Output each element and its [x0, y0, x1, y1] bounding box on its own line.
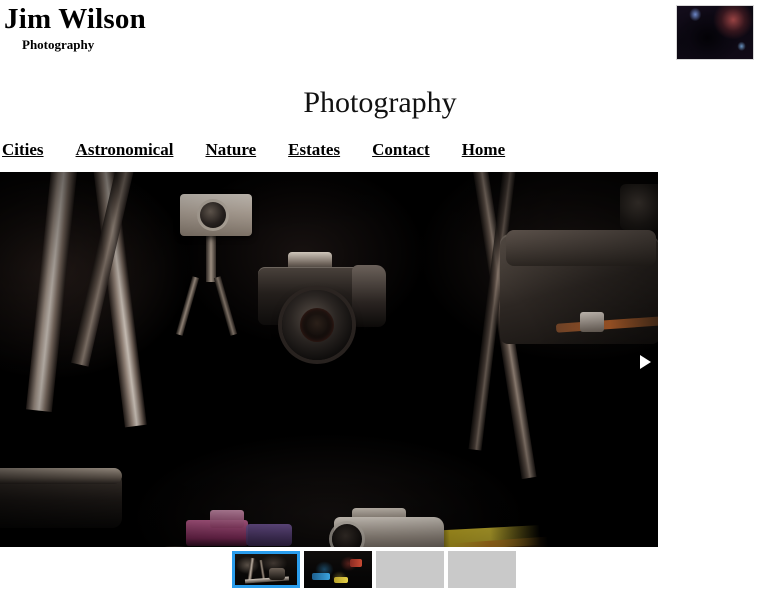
nav-item-astronomical[interactable]: Astronomical	[76, 140, 174, 160]
gallery-thumbnail-1[interactable]	[232, 551, 300, 588]
masthead: Jim Wilson Photography	[0, 0, 760, 72]
corner-photo-thumbnail[interactable]	[676, 5, 754, 60]
gallery-main-image[interactable]	[0, 172, 658, 547]
main-navigation: Cities Astronomical Nature Estates Conta…	[0, 140, 760, 164]
brand-subtitle: Photography	[22, 37, 95, 52]
nav-item-contact[interactable]: Contact	[372, 140, 430, 160]
nav-item-home[interactable]: Home	[462, 140, 505, 160]
gallery-thumbnail-4[interactable]	[448, 551, 516, 588]
gallery-main-image-art	[0, 172, 658, 547]
gallery-thumbnail-1-art	[235, 554, 297, 585]
site-brand[interactable]: Jim Wilson Photography	[4, 2, 146, 53]
brand-name: Jim Wilson	[4, 3, 146, 35]
gallery-thumbnail-3-placeholder	[376, 551, 444, 588]
corner-photo-art	[677, 6, 753, 59]
nav-item-cities[interactable]: Cities	[2, 140, 44, 160]
next-slide-arrow-icon[interactable]	[640, 355, 651, 369]
gallery-thumbnail-2[interactable]	[304, 551, 372, 588]
photo-gallery	[0, 172, 760, 591]
gallery-thumbnail-4-placeholder	[448, 551, 516, 588]
nav-item-nature[interactable]: Nature	[205, 140, 256, 160]
gallery-thumbnail-2-art	[304, 551, 372, 588]
nav-item-estates[interactable]: Estates	[288, 140, 340, 160]
gallery-thumbnail-strip	[0, 551, 760, 591]
gallery-thumbnail-3[interactable]	[376, 551, 444, 588]
page-title: Photography	[303, 86, 457, 119]
